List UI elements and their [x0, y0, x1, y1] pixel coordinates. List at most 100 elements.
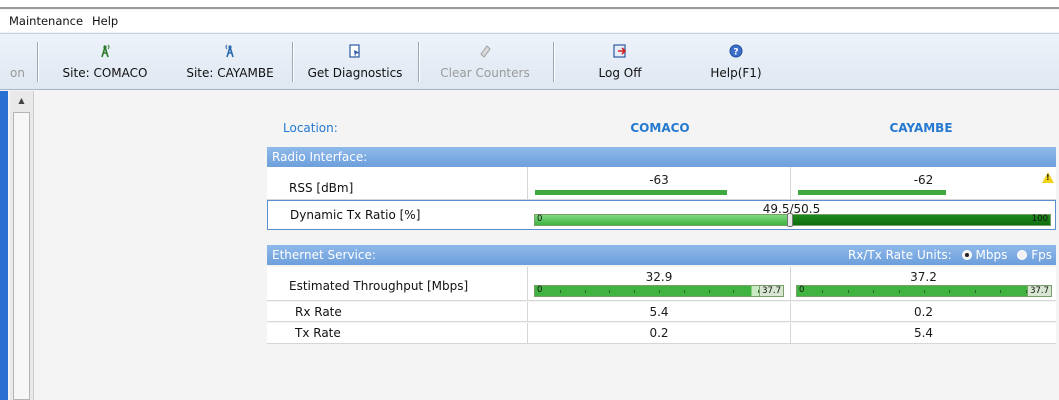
dynamic-tx-slider-handle	[786, 213, 793, 227]
svg-text:?: ?	[733, 48, 738, 58]
clear-counters-button[interactable]: Clear Counters	[420, 34, 550, 91]
log-off-label: Log Off	[598, 66, 642, 80]
log-off-button[interactable]: Log Off	[555, 34, 685, 91]
site-comaco-button[interactable]: Site: COMACO	[40, 34, 170, 91]
window-top-edge	[0, 0, 1059, 9]
mbps-radio[interactable]	[961, 250, 972, 260]
vertical-scrollbar[interactable]: ▲	[10, 91, 34, 400]
toolbar-partial-button[interactable]: on	[0, 34, 36, 91]
gauge-tick	[822, 290, 824, 293]
toolbar-separator	[418, 42, 419, 82]
site-b-heading: CAYAMBE	[889, 121, 953, 135]
dynamic-tx-label: Dynamic Tx Ratio [%]	[290, 208, 421, 222]
help-button[interactable]: ? Help(F1)	[690, 34, 782, 91]
radio-interface-title: Radio Interface:	[272, 150, 368, 164]
gauge-tick	[758, 290, 760, 293]
scroll-up-arrow-icon[interactable]: ▲	[13, 93, 30, 109]
rx-rate-site-a-cell: 5.4	[527, 302, 790, 321]
site-comaco-label: Site: COMACO	[62, 66, 148, 80]
site-a-heading: COMACO	[630, 121, 690, 135]
menu-maintenance[interactable]: Maintenance	[9, 14, 83, 28]
rx-rate-row: Rx Rate 5.4 0.2	[267, 302, 1056, 322]
gauge-tick	[659, 290, 660, 293]
location-label: Location:	[283, 121, 338, 135]
gauge-tick	[733, 290, 735, 293]
eraser-icon	[480, 45, 491, 58]
fps-radio[interactable]	[1017, 250, 1028, 260]
dynamic-tx-gauge: 0 100	[534, 213, 1051, 227]
menu-bar: Maintenance Help	[0, 10, 1059, 32]
rss-label: RSS [dBm]	[289, 181, 354, 195]
throughput-row: Estimated Throughput [Mbps] 32.9 0 37.7 …	[267, 267, 1056, 301]
dynamic-tx-row: Dynamic Tx Ratio [%] 49.5/50.5 0 100	[267, 200, 1056, 230]
rss-site-a-value: -63	[649, 173, 669, 187]
dynamic-tx-min-label: 0	[537, 214, 543, 224]
tx-rate-site-a-value: 0.2	[649, 326, 669, 340]
rss-site-b-value: -62	[913, 173, 934, 187]
gauge-tick	[683, 290, 685, 293]
clear-counters-label: Clear Counters	[440, 66, 530, 80]
radio-interface-header: Radio Interface:	[267, 147, 1056, 167]
throughput-site-b-cell: 37.2 0 37.7	[790, 267, 1056, 300]
rss-site-b-cell: -62 !	[790, 167, 1056, 199]
gauge-tick	[609, 290, 611, 293]
tx-rate-site-b-value: 5.4	[913, 326, 934, 340]
gauge-tick	[1025, 290, 1027, 293]
site-cayambe-button[interactable]: Site: CAYAMBE	[170, 34, 290, 91]
get-diagnostics-button[interactable]: Get Diagnostics	[295, 34, 415, 91]
site-antenna-icon	[225, 44, 234, 58]
rss-site-a-cell: -63	[527, 167, 790, 199]
gauge-tick	[974, 290, 976, 293]
gauge-tick	[708, 290, 710, 293]
gauge-tick	[949, 290, 951, 293]
rss-row: RSS [dBm] -63 -62 !	[267, 167, 1056, 200]
throughput-label: Estimated Throughput [Mbps]	[289, 279, 469, 293]
help-icon: ?	[729, 44, 743, 58]
rx-rate-site-b-value: 0.2	[913, 305, 934, 319]
scroll-thumb[interactable]	[13, 112, 30, 400]
throughput-site-a-gauge: 0 37.7	[534, 285, 784, 297]
rss-site-b-bar	[798, 190, 946, 195]
toolbar-partial-label: on	[10, 66, 25, 80]
dynamic-tx-max-label: 100	[1031, 214, 1048, 224]
get-diagnostics-label: Get Diagnostics	[307, 66, 403, 80]
rx-rate-site-b-cell: 0.2	[790, 302, 1056, 321]
throughput-site-a-value: 32.9	[645, 270, 673, 284]
tx-rate-row: Tx Rate 0.2 5.4	[267, 323, 1056, 344]
fps-radio-label[interactable]: Fps	[1031, 248, 1052, 262]
rx-rate-site-a-value: 5.4	[649, 305, 669, 319]
tx-rate-site-a-cell: 0.2	[527, 323, 790, 343]
gauge-tick	[924, 290, 925, 293]
throughput-site-a-cell: 32.9 0 37.7	[527, 267, 790, 300]
throughput-site-a-min: 0	[537, 285, 543, 295]
mbps-radio-label[interactable]: Mbps	[976, 248, 1008, 262]
throughput-site-b-gauge: 0 37.7	[796, 285, 1052, 297]
gauge-tick	[847, 290, 849, 293]
diagnostics-icon	[349, 44, 360, 58]
menu-help[interactable]: Help	[92, 14, 118, 28]
tx-rate-site-b-cell: 5.4	[790, 323, 1056, 343]
site-antenna-icon	[101, 44, 110, 58]
rate-units-group: Rx/Tx Rate Units: Mbps Fps	[848, 248, 1052, 262]
toolbar: on Site: COMACO Site: CAYAMBE Get Diagno…	[0, 33, 1059, 90]
rate-units-label: Rx/Tx Rate Units:	[847, 248, 952, 262]
logoff-icon	[613, 44, 627, 58]
ethernet-service-title: Ethernet Service:	[272, 248, 376, 262]
toolbar-separator	[37, 42, 38, 82]
toolbar-separator	[292, 42, 293, 82]
left-accent-strip	[0, 91, 8, 400]
gauge-tick	[584, 290, 586, 293]
throughput-site-b-value: 37.2	[910, 270, 937, 284]
gauge-tick	[559, 290, 561, 293]
rss-site-a-bar	[535, 190, 727, 195]
help-label: Help(F1)	[710, 66, 762, 80]
gauge-tick	[1000, 290, 1002, 293]
ethernet-service-header: Ethernet Service: Rx/Tx Rate Units: Mbps…	[267, 245, 1056, 265]
gauge-tick	[873, 290, 875, 293]
throughput-site-b-min: 0	[799, 285, 805, 295]
dynamic-tx-gauge-fill	[789, 215, 1050, 225]
site-cayambe-label: Site: CAYAMBE	[186, 66, 274, 80]
throughput-site-a-max: 37.7	[759, 286, 783, 296]
tx-rate-label: Tx Rate	[295, 326, 341, 340]
warning-glyph: !	[1046, 173, 1050, 182]
